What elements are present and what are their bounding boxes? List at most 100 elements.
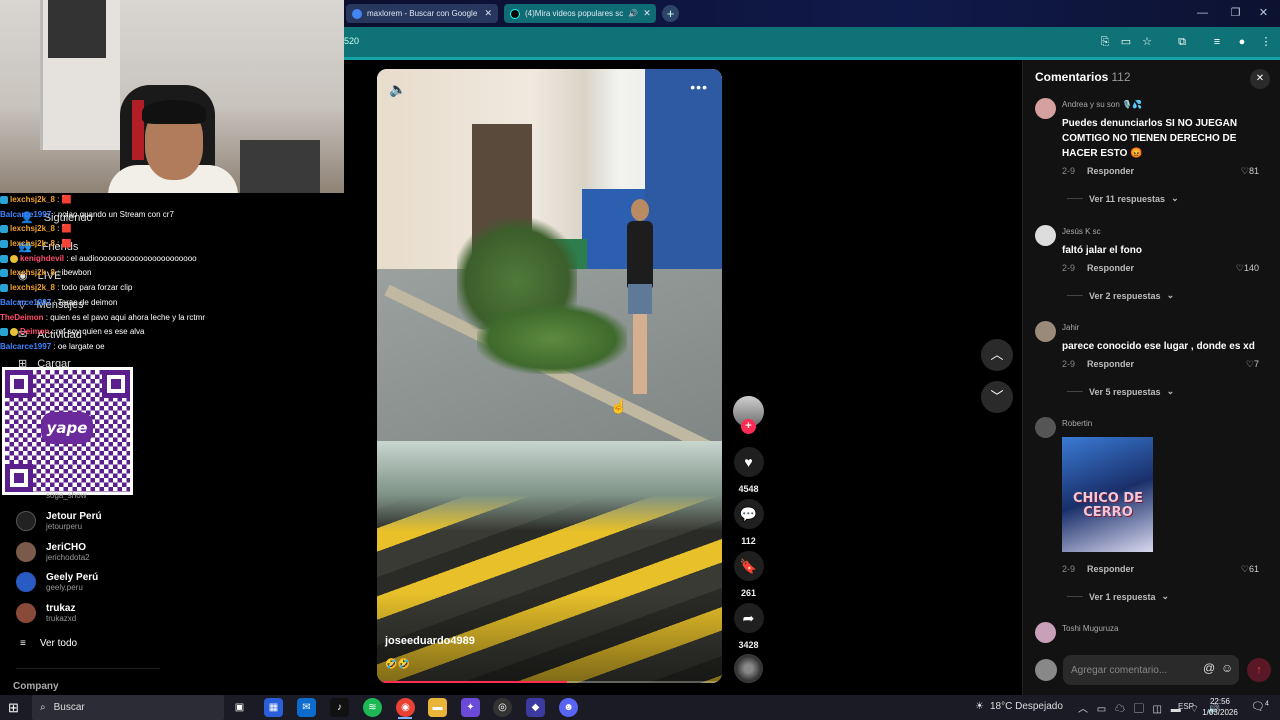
next-video-button[interactable]: ﹀ [981, 381, 1013, 413]
profile-icon[interactable]: ● [1235, 35, 1249, 49]
qr-finder [102, 370, 130, 398]
chat-line: Balcarce1997 : nolao quando un Stream co… [0, 209, 174, 219]
comment-like[interactable]: ♡140 [1236, 263, 1259, 274]
follow-button[interactable]: + [741, 419, 756, 434]
comment-author[interactable]: Toshi Muguruza [1062, 624, 1118, 633]
avatar[interactable] [1035, 321, 1056, 342]
outlook-icon[interactable]: ✉ [297, 698, 316, 717]
store-icon[interactable]: ▦ [264, 698, 283, 717]
previous-video-button[interactable]: ︿ [981, 339, 1013, 371]
close-icon[interactable]: ✕ [484, 8, 492, 19]
avatar[interactable] [1035, 225, 1056, 246]
mention-icon[interactable]: @ [1203, 661, 1215, 675]
windows-start-icon[interactable]: ⊞ [8, 700, 19, 716]
address-bar[interactable]: 520 ⎘ ▭ ☆ ⧉ ≡ ● ⋮ [344, 27, 1280, 57]
chevron-down-icon: ⌄ [1171, 193, 1179, 203]
comment-author[interactable]: Jesús K sc [1062, 227, 1101, 236]
share-icon[interactable]: ➦ [733, 603, 764, 633]
comment-text: Puedes denunciarlos SI NO JUEGAN COMTIGO… [1062, 118, 1238, 159]
view-replies-button[interactable]: Ver 5 respuestas ⌄ [1067, 386, 1174, 397]
weather-text: 18°C Despejado [989, 701, 1063, 712]
media-icon[interactable]: ≡ [1210, 35, 1224, 49]
avatar[interactable] [1035, 98, 1056, 119]
video-progress-bar[interactable] [377, 681, 722, 683]
music-disc-icon[interactable] [734, 654, 763, 683]
followed-account[interactable]: trukaz trukazxd [16, 603, 76, 623]
task-view-icon[interactable]: ▣ [230, 698, 249, 717]
spotify-icon[interactable]: ≋ [363, 698, 382, 717]
comment-like[interactable]: ♡81 [1241, 166, 1259, 177]
followed-account[interactable]: Jetour Perú jetourperu [16, 511, 102, 531]
share-action[interactable]: ➦ 3428 [733, 603, 764, 650]
discord-icon[interactable]: ☻ [559, 698, 578, 717]
video-player[interactable]: 🔈 ••• joseeduardo4989 🤣🤣 [377, 69, 722, 683]
reply-button[interactable]: Responder [1087, 564, 1134, 574]
like-action[interactable]: ♥ 4548 [733, 447, 764, 494]
chrome-icon[interactable]: ◉ [396, 698, 415, 717]
comment-like[interactable]: ♡7 [1246, 359, 1259, 370]
video-author[interactable]: joseeduardo4989 [385, 635, 475, 647]
view-replies-button[interactable]: Ver 2 respuestas ⌄ [1067, 290, 1174, 301]
star-icon[interactable]: ☆ [1140, 35, 1154, 49]
save-action[interactable]: 🔖 261 [733, 551, 764, 598]
tiktok-app-icon[interactable]: ♪ [330, 698, 349, 717]
reply-button[interactable]: Responder [1087, 166, 1134, 176]
close-icon[interactable]: ✕ [643, 8, 651, 19]
company-link[interactable]: Company [13, 681, 59, 692]
comment-like[interactable]: ♡61 [1241, 564, 1259, 575]
like-count: 140 [1243, 263, 1259, 273]
comment-author[interactable]: Jahir [1062, 323, 1079, 332]
chat-line: kenighdevil : el audiooooooooooooooooooo… [0, 252, 344, 267]
heart-icon[interactable]: ♥ [733, 447, 764, 477]
followed-account[interactable]: JeriCHO jerichodota2 [16, 542, 90, 562]
view-replies-button[interactable]: Ver 1 respuesta ⌄ [1067, 591, 1169, 602]
reply-button[interactable]: Responder [1087, 359, 1134, 369]
comment-author[interactable]: Andrea y su son 🎙️💦 [1062, 100, 1142, 109]
app-icon[interactable]: ◆ [526, 698, 545, 717]
comment-image[interactable]: CHICO DE CERRO [1062, 437, 1153, 552]
comment-author[interactable]: Robertin [1062, 419, 1092, 428]
view-replies-button[interactable]: Ver 11 respuestas ⌄ [1067, 193, 1179, 204]
avatar[interactable] [1035, 622, 1056, 643]
url-fragment[interactable]: 520 [344, 36, 359, 46]
bookmark-icon[interactable]: 🔖 [733, 551, 764, 581]
volume-icon[interactable]: 🔈 [389, 81, 406, 98]
comment-meta: 2-9 Responder [1062, 166, 1134, 176]
notifications-icon[interactable]: 🗨4 [1251, 700, 1269, 713]
see-all-label: Ver todo [39, 638, 78, 649]
weather-widget[interactable]: ☀ 18°C Despejado [975, 701, 1063, 712]
new-tab-button[interactable]: + [662, 5, 679, 22]
video-grass [477, 304, 627, 374]
file-explorer-icon[interactable]: ▬ [428, 698, 447, 717]
taskbar-search[interactable]: ⌕ Buscar [32, 695, 224, 720]
translate-icon[interactable]: ⎘ [1098, 35, 1112, 49]
tab-tiktok[interactable]: (4)Mira videos populares sc 🔊 ✕ [504, 4, 656, 23]
see-all-button[interactable]: ≡ Ver todo [20, 638, 77, 649]
language-indicator[interactable]: ESP [1178, 702, 1194, 711]
taskbar: ⊞ ⌕ Buscar ▣ ▦ ✉ ♪ ≋ ◉ ▬ ✦ ◎ ◆ ☻ ☀ 18°C … [0, 695, 1280, 720]
obs-icon[interactable]: ◎ [493, 698, 512, 717]
replies-label: Ver 2 respuestas [1089, 290, 1161, 301]
extensions-icon[interactable]: ⧉ [1175, 35, 1189, 49]
followed-account[interactable]: Geely Perú geely.peru [16, 572, 98, 592]
menu-icon[interactable]: ⋮ [1259, 35, 1273, 49]
avatar [16, 511, 36, 531]
minimize-button[interactable]: — [1186, 0, 1219, 27]
avatar[interactable] [1035, 417, 1056, 438]
emoji-icon[interactable]: ☺ [1221, 661, 1233, 675]
comment-icon[interactable]: 💬 [733, 499, 764, 529]
tab-google-search[interactable]: maxlorem - Buscar con Google ✕ [346, 4, 498, 23]
close-window-button[interactable]: ✕ [1247, 0, 1280, 27]
reply-button[interactable]: Responder [1087, 263, 1134, 273]
comment-action[interactable]: 💬 112 [733, 499, 764, 546]
close-comments-button[interactable]: ✕ [1250, 69, 1270, 89]
more-options-icon[interactable]: ••• [690, 79, 708, 95]
cast-icon[interactable]: ▭ [1119, 35, 1133, 49]
send-button[interactable]: ↑ [1247, 658, 1271, 682]
audio-icon[interactable]: 🔊 [628, 9, 638, 18]
video-windshield-glare [377, 441, 722, 531]
comments-title-text: Comentarios [1035, 70, 1109, 84]
clock[interactable]: 22:56 1/03/2026 [1198, 696, 1242, 718]
copilot-icon[interactable]: ✦ [461, 698, 480, 717]
clock-time: 22:56 [1209, 697, 1231, 706]
